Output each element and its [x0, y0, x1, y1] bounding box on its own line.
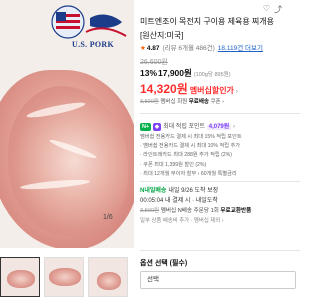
heart-icon[interactable]: ♡	[263, 4, 270, 13]
delivery-when: 내일 9/26 도착 보장	[168, 188, 219, 194]
benefit-item[interactable]: · 최대 12개월 무이자 할부 › 60개월 특별금리	[140, 170, 298, 179]
delivery-note[interactable]: 일부 상품 배송비 추가 · 멤버십 제외 ›	[140, 216, 224, 224]
option-select[interactable]: 선택	[140, 271, 296, 289]
thumbnail-1[interactable]	[0, 257, 40, 297]
product-title: 미트엔조이 목전지 구이용 제육용 찌개용	[140, 17, 275, 26]
member-price-row: 14,320원 멤버십할인가 ›	[140, 80, 238, 98]
photo-counter: 1/6	[103, 214, 113, 221]
points-label: 최대 적립 포인트	[163, 124, 206, 130]
points-row[interactable]: N+ ◆ 최대 적립 포인트 4,079원 ›	[140, 121, 235, 131]
membership-badge-icon: ◆	[152, 123, 162, 131]
coupon-text: 멤버십 회원	[158, 99, 189, 105]
delivery-fee-middle: 멤버십 N배송 주문당 1회	[159, 208, 221, 214]
sale-price: 17,900원	[158, 68, 192, 78]
benefit-list: 멤버쉽 전용카드 결제 시 최대 15% 적립 포인트 · 멤버쉽 전용카드 결…	[140, 133, 298, 179]
main-product-image[interactable]: U.S. PORK 1/6	[0, 0, 134, 248]
delivery-countdown-suffix: 내일도착	[195, 198, 218, 204]
original-price: 26,600원	[140, 59, 168, 66]
member-chevron-icon[interactable]: ›	[236, 89, 238, 95]
delivery-fee-new: 무료교환반품	[220, 208, 252, 214]
divider	[140, 181, 300, 182]
tomorrow-delivery-tag: N내일배송	[140, 188, 167, 194]
logo-text: U.S. PORK	[72, 40, 115, 49]
benefit-item: · 쿠폰 최대 1,399원 할인 (2%)	[140, 161, 207, 168]
thumbnail-3[interactable]	[88, 257, 128, 297]
delivery-fee: 3,500원 멤버십 N배송 주문당 1회 무료교환반품	[140, 206, 251, 214]
member-price: 14,320원	[140, 82, 188, 96]
delivery-countdown-prefix: 00:05:04 내 결제 시	[140, 198, 191, 204]
benefit-item: · 멤버쉽 전용카드 결제 시 최대 10% 적립 추가	[140, 143, 241, 150]
benefit-item: 멤버쉽 전용카드 결제 시 최대 15% 적립 포인트	[140, 134, 242, 140]
rating-row: ★4.87 (리뷰 6개월 486건) 18,119건 더보기	[140, 42, 263, 52]
star-icon: ★	[140, 45, 146, 52]
shipping-coupon-row[interactable]: 3,500원 멤버십 회원 무료배송 쿠폰 ›	[140, 97, 224, 105]
unit-price: (100g당 895원)	[193, 72, 231, 78]
thumbnail-row	[0, 257, 134, 300]
thumbnail-2[interactable]	[44, 257, 84, 297]
discount-rate: 13%	[140, 68, 158, 78]
top-icons: ♡ ⤴	[140, 4, 300, 14]
coupon-free: 무료배송	[188, 99, 209, 105]
share-icon[interactable]: ⤴	[274, 4, 282, 15]
product-title-origin: [원산지:미국]	[140, 31, 184, 40]
product-gallery: U.S. PORK 1/6	[0, 0, 134, 300]
benefit-item: · 라인트레카드 최대 288원 추가 적립 (2%)	[140, 152, 233, 159]
coupon-old-fee: 3,500원	[140, 99, 159, 105]
delivery-row: N내일배송 내일 9/26 도착 보장	[140, 185, 218, 194]
divider	[140, 113, 300, 114]
points-value: 4,079원	[206, 124, 232, 130]
naver-plus-badge: N+	[140, 123, 152, 131]
option-title: 옵션 선택 (필수)	[140, 260, 188, 267]
delivery-fee-old: 3,500원	[140, 208, 160, 214]
rating-score: 4.87	[146, 45, 160, 52]
delivery-countdown: 00:05:04 내 결제 시 · 내일도착	[140, 195, 218, 204]
price-row: 13%17,900원 (100g당 895원)	[140, 67, 231, 79]
divider	[140, 250, 300, 251]
review-link[interactable]: 18,119건 더보기	[218, 45, 263, 52]
coupon-tail: 쿠폰 ›	[208, 99, 224, 105]
chevron-right-icon: ›	[232, 124, 235, 130]
product-info-panel: ♡ ⤴ 미트엔조이 목전지 구이용 제육용 찌개용 [원산지:미국] ★4.87…	[140, 0, 300, 300]
member-price-label: 멤버십할인가	[189, 86, 234, 95]
rating-meta: (리뷰 6개월 486건)	[162, 45, 215, 52]
